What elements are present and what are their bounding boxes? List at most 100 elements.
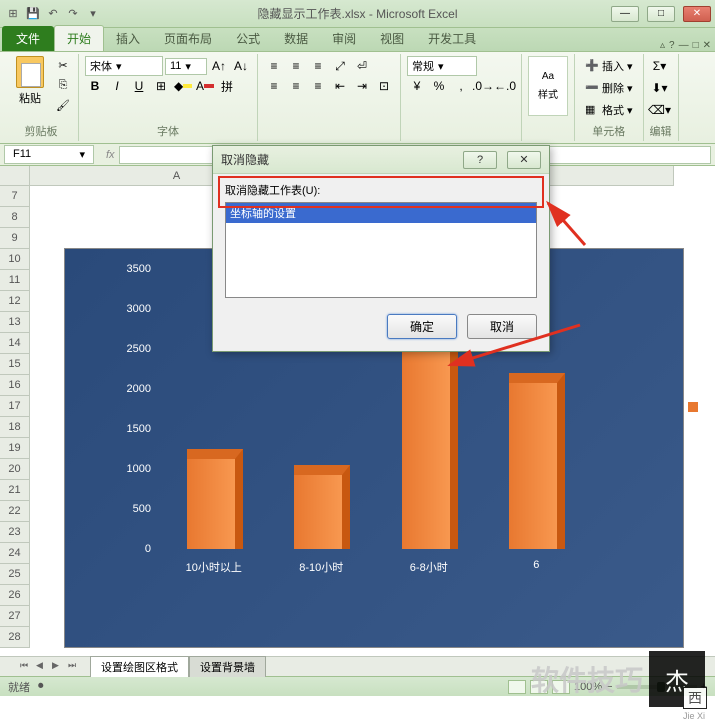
row-header[interactable]: 28 — [0, 627, 30, 648]
row-header[interactable]: 8 — [0, 207, 30, 228]
tab-home[interactable]: 开始 — [54, 25, 104, 51]
fill-icon[interactable]: ⬇▾ — [650, 78, 670, 98]
row-header[interactable]: 13 — [0, 312, 30, 333]
close-button[interactable]: ✕ — [683, 6, 711, 22]
currency-icon[interactable]: ¥ — [407, 76, 427, 96]
maximize-button[interactable]: □ — [647, 6, 675, 22]
paste-button[interactable]: 粘贴 — [10, 56, 50, 106]
insert-cells-button[interactable]: ➕插入▾ — [581, 56, 637, 76]
fx-icon[interactable]: fx — [106, 149, 115, 161]
row-header[interactable]: 10 — [0, 249, 30, 270]
unhide-listbox[interactable]: 坐标轴的设置 — [225, 202, 537, 298]
sheet-tab-0[interactable]: 设置绘图区格式 — [90, 656, 189, 677]
comma-icon[interactable]: , — [451, 76, 471, 96]
row-header[interactable]: 25 — [0, 564, 30, 585]
select-all-corner[interactable] — [0, 166, 30, 186]
align-top-icon[interactable]: ≡ — [264, 56, 284, 76]
row-header[interactable]: 16 — [0, 375, 30, 396]
phonetic-button[interactable]: 拼 — [217, 76, 237, 96]
align-center-icon[interactable]: ≡ — [286, 76, 306, 96]
styles-button[interactable]: Aa 样式 — [528, 56, 568, 116]
increase-font-icon[interactable]: A↑ — [209, 56, 229, 76]
chart-bar[interactable] — [187, 449, 243, 549]
inc-decimal-icon[interactable]: .0→ — [473, 76, 493, 96]
align-bottom-icon[interactable]: ≡ — [308, 56, 328, 76]
save-icon[interactable]: 💾 — [24, 5, 42, 23]
decrease-font-icon[interactable]: A↓ — [231, 56, 251, 76]
help-icon[interactable]: ? — [669, 40, 675, 51]
tab-view[interactable]: 视图 — [368, 26, 416, 51]
macro-record-icon[interactable]: ⏺ — [38, 680, 44, 693]
minimize-button[interactable]: — — [611, 6, 639, 22]
orientation-icon[interactable]: ⤢ — [330, 56, 350, 76]
format-painter-icon[interactable]: 🖌 — [54, 96, 72, 114]
row-header[interactable]: 20 — [0, 459, 30, 480]
inner-min-icon[interactable]: — — [679, 40, 689, 51]
tab-insert[interactable]: 插入 — [104, 26, 152, 51]
underline-button[interactable]: U — [129, 76, 149, 96]
row-header[interactable]: 15 — [0, 354, 30, 375]
row-header[interactable]: 27 — [0, 606, 30, 627]
dialog-help-button[interactable]: ? — [463, 151, 497, 169]
inner-restore-icon[interactable]: □ — [693, 40, 699, 51]
redo-icon[interactable]: ↷ — [64, 5, 82, 23]
cancel-button[interactable]: 取消 — [467, 314, 537, 339]
name-box[interactable]: F11▾ — [4, 145, 94, 164]
view-normal-icon[interactable] — [508, 680, 526, 694]
autosum-icon[interactable]: Σ▾ — [650, 56, 670, 76]
row-header[interactable]: 19 — [0, 438, 30, 459]
indent-dec-icon[interactable]: ⇤ — [330, 76, 350, 96]
merge-button[interactable]: ⊡ — [374, 76, 394, 96]
row-header[interactable]: 24 — [0, 543, 30, 564]
align-right-icon[interactable]: ≡ — [308, 76, 328, 96]
row-header[interactable]: 21 — [0, 480, 30, 501]
ok-button[interactable]: 确定 — [387, 314, 457, 339]
dec-decimal-icon[interactable]: ←.0 — [495, 76, 515, 96]
indent-inc-icon[interactable]: ⇥ — [352, 76, 372, 96]
sheet-tab-1[interactable]: 设置背景墙 — [189, 656, 266, 677]
font-color-button[interactable]: A — [195, 76, 215, 96]
tab-nav-first-icon[interactable]: ⏮ — [20, 660, 34, 674]
tab-review[interactable]: 审阅 — [320, 26, 368, 51]
row-header[interactable]: 7 — [0, 186, 30, 207]
chart-bar[interactable] — [294, 465, 350, 549]
border-button[interactable]: ⊞ — [151, 76, 171, 96]
copy-icon[interactable]: ⎘ — [54, 76, 72, 94]
delete-cells-button[interactable]: ➖删除▾ — [581, 78, 637, 98]
bold-button[interactable]: B — [85, 76, 105, 96]
row-header[interactable]: 17 — [0, 396, 30, 417]
font-name-combo[interactable]: 宋体▾ — [85, 56, 163, 76]
chart-bar[interactable] — [509, 373, 565, 549]
clear-icon[interactable]: ⌫▾ — [650, 100, 670, 120]
cut-icon[interactable]: ✂ — [54, 56, 72, 74]
row-header[interactable]: 23 — [0, 522, 30, 543]
undo-icon[interactable]: ↶ — [44, 5, 62, 23]
format-cells-button[interactable]: ▦格式▾ — [581, 100, 637, 120]
fill-color-button[interactable]: ◆ — [173, 76, 193, 96]
tab-nav-last-icon[interactable]: ⏭ — [68, 660, 82, 674]
row-header[interactable]: 18 — [0, 417, 30, 438]
row-header[interactable]: 12 — [0, 291, 30, 312]
row-header[interactable]: 14 — [0, 333, 30, 354]
tab-nav-next-icon[interactable]: ▶ — [52, 660, 66, 674]
row-header[interactable]: 26 — [0, 585, 30, 606]
dialog-close-button[interactable]: ✕ — [507, 151, 541, 169]
inner-close-icon[interactable]: ✕ — [703, 40, 711, 51]
tab-page-layout[interactable]: 页面布局 — [152, 26, 224, 51]
wrap-text-button[interactable]: ⏎ — [352, 56, 372, 76]
row-header[interactable]: 11 — [0, 270, 30, 291]
row-header[interactable]: 22 — [0, 501, 30, 522]
align-left-icon[interactable]: ≡ — [264, 76, 284, 96]
number-format-combo[interactable]: 常规▾ — [407, 56, 477, 76]
tab-nav-prev-icon[interactable]: ◀ — [36, 660, 50, 674]
align-middle-icon[interactable]: ≡ — [286, 56, 306, 76]
font-size-combo[interactable]: 11▾ — [165, 58, 207, 75]
row-header[interactable]: 9 — [0, 228, 30, 249]
tab-data[interactable]: 数据 — [272, 26, 320, 51]
ribbon-minimize-icon[interactable]: ▵ — [660, 40, 665, 51]
tab-formulas[interactable]: 公式 — [224, 26, 272, 51]
tab-developer[interactable]: 开发工具 — [416, 26, 488, 51]
italic-button[interactable]: I — [107, 76, 127, 96]
dialog-title-bar[interactable]: 取消隐藏 ? ✕ — [213, 146, 549, 174]
percent-icon[interactable]: % — [429, 76, 449, 96]
